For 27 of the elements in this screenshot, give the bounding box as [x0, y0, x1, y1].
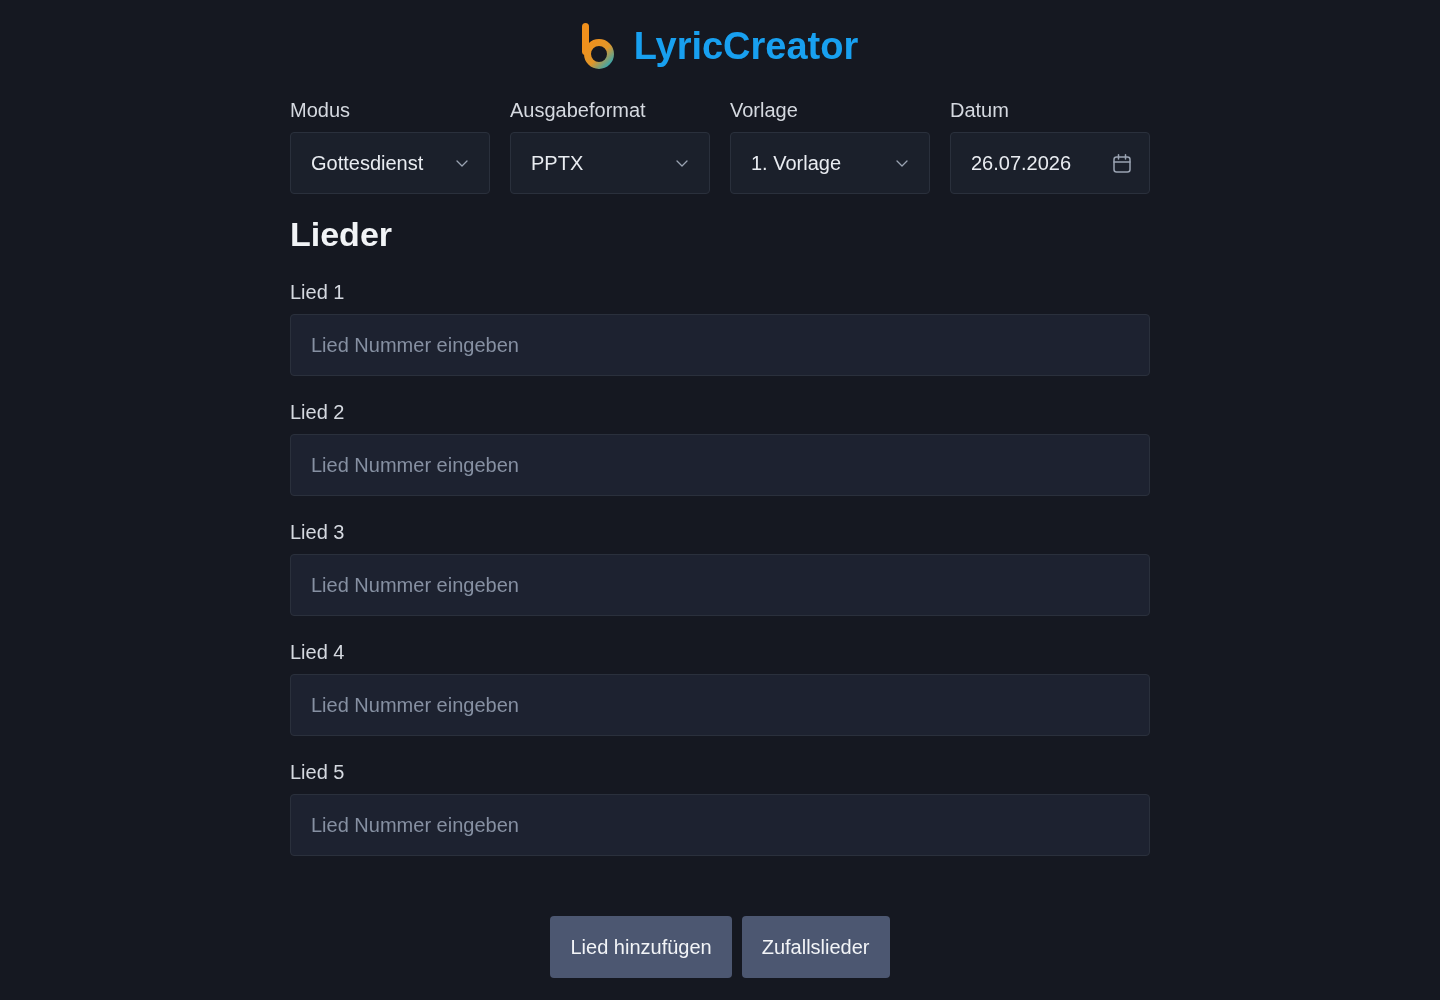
- song-number-field[interactable]: Lied Nummer eingeben: [290, 674, 1150, 736]
- field-label: Datum: [950, 98, 1009, 122]
- song-number-field[interactable]: Lied Nummer eingeben: [290, 434, 1150, 496]
- field-label: Lied 3: [290, 520, 345, 544]
- field-label: Lied 5: [290, 760, 345, 784]
- calendar-icon: [1113, 153, 1131, 173]
- date-field[interactable]: 26.07.2026: [950, 132, 1150, 194]
- chevron-down-icon: [456, 159, 468, 167]
- field-label: Ausgabeformat: [510, 98, 646, 122]
- section-heading: Lieder: [290, 214, 393, 254]
- dropdown-field[interactable]: PPTX: [510, 132, 710, 194]
- action-button[interactable]: Lied hinzufügen: [550, 916, 732, 978]
- logo-icon: [581, 23, 614, 69]
- song-number-field[interactable]: Lied Nummer eingeben: [290, 554, 1150, 616]
- chevron-down-icon: [896, 159, 908, 167]
- app-title: LyricCreator: [633, 24, 859, 69]
- field-label: Lied 1: [290, 280, 345, 304]
- song-number-field[interactable]: Lied Nummer eingeben: [290, 314, 1150, 376]
- field-label: Lied 2: [290, 400, 345, 424]
- dropdown-field[interactable]: 1. Vorlage: [730, 132, 930, 194]
- song-number-field[interactable]: Lied Nummer eingeben: [290, 794, 1150, 856]
- field-label: Modus: [290, 98, 351, 122]
- chevron-down-icon: [676, 159, 688, 167]
- dropdown-field[interactable]: Gottesdienst: [290, 132, 490, 194]
- field-label: Lied 4: [290, 640, 345, 664]
- action-button[interactable]: Zufallslieder: [741, 916, 890, 978]
- field-label: Vorlage: [730, 98, 798, 122]
